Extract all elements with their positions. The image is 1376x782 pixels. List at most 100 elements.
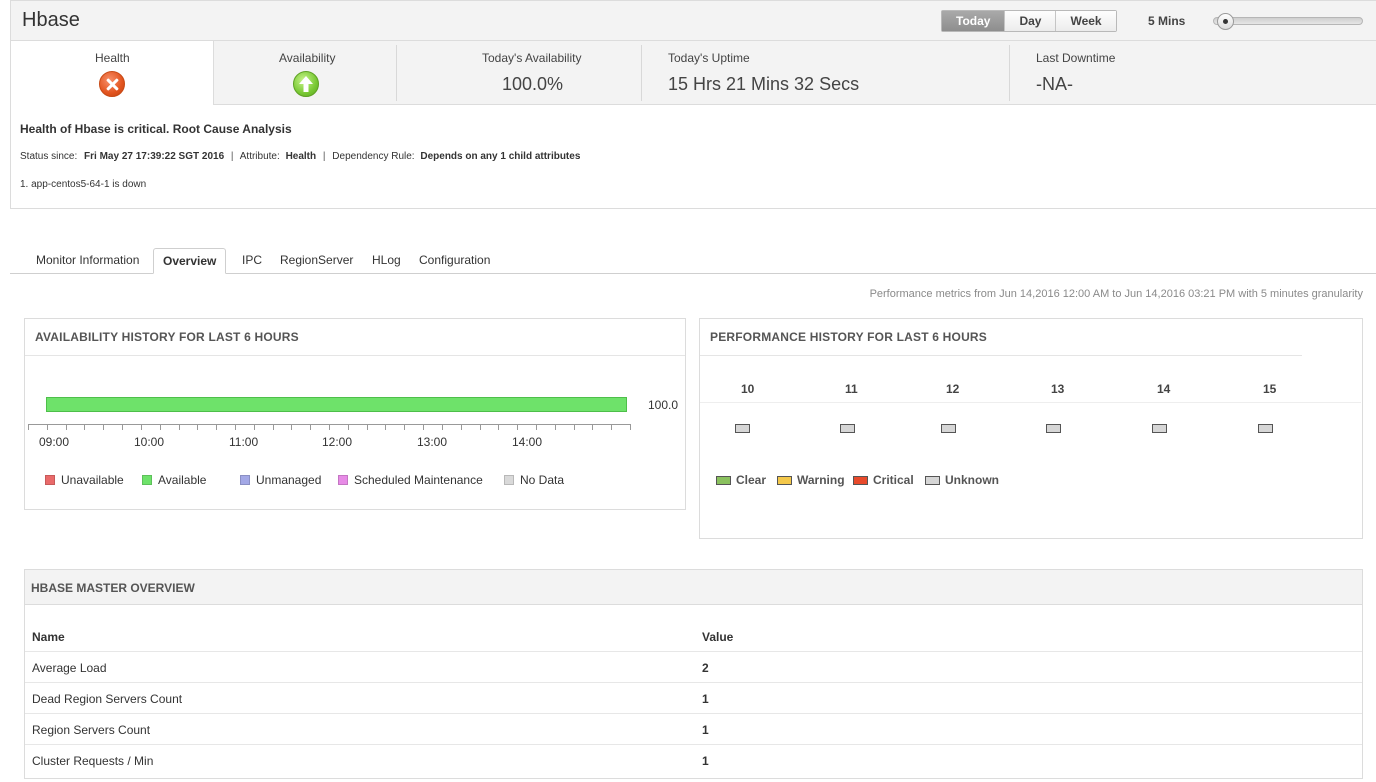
time-label: 09:00 xyxy=(39,435,70,449)
hour-label: 11 xyxy=(845,382,858,396)
status-details: Status since: Fri May 27 17:39:22 SGT 20… xyxy=(20,151,581,162)
legend-swatch xyxy=(45,475,55,485)
legend-label: Unmanaged xyxy=(256,473,322,487)
legend-swatch xyxy=(925,475,940,485)
performance-metrics-note: Performance metrics from Jun 14,2016 12:… xyxy=(869,288,1363,300)
slider-handle[interactable] xyxy=(1216,13,1234,30)
axis-tick xyxy=(216,424,218,430)
axis-tick xyxy=(441,424,443,430)
axis-tick xyxy=(159,424,161,430)
axis-tick xyxy=(253,424,255,430)
polling-interval-slider[interactable] xyxy=(1213,17,1363,25)
legend-swatch xyxy=(504,475,514,485)
todays-uptime-value: 15 Hrs 21 Mins 32 Secs xyxy=(668,74,860,94)
axis-tick xyxy=(272,424,274,430)
table-header-row: Name Value xyxy=(25,621,1362,652)
health-status-cell[interactable] xyxy=(1258,424,1273,433)
time-label: 11:00 xyxy=(229,435,259,449)
summary-metrics: Availability Today's Availability 100.0%… xyxy=(214,41,1376,105)
legend-scheduled-maintenance: Scheduled Maintenance xyxy=(338,473,483,487)
axis-tick xyxy=(122,424,124,430)
legend-label: Scheduled Maintenance xyxy=(354,473,483,487)
root-cause-item: 1. app-centos5-64-1 is down xyxy=(20,179,147,190)
health-status-cell[interactable] xyxy=(1046,424,1061,433)
status-since-value: Fri May 27 17:39:22 SGT 2016 xyxy=(84,151,225,162)
axis-tick xyxy=(28,424,29,430)
time-label: 12:00 xyxy=(322,435,353,449)
rca-title[interactable]: Health of Hbase is critical. Root Cause … xyxy=(20,122,292,136)
legend-no-data: No Data xyxy=(504,473,564,487)
legend-label: Unknown xyxy=(945,473,999,487)
up-arrow-icon[interactable] xyxy=(293,71,319,97)
table-row: Dead Region Servers Count 1 xyxy=(25,683,1362,714)
range-day-button[interactable]: Day xyxy=(1005,11,1057,31)
legend-label: No Data xyxy=(520,473,565,487)
page-title: Hbase xyxy=(22,9,80,31)
axis-tick xyxy=(291,424,293,430)
hour-label: 12 xyxy=(946,382,960,396)
column-header-value: Value xyxy=(702,630,734,644)
availability-bar[interactable] xyxy=(46,397,627,412)
health-status-cell[interactable] xyxy=(840,424,855,433)
attribute-value: Health xyxy=(285,151,317,162)
metric-value[interactable]: 2 xyxy=(702,661,709,675)
last-downtime-label: Last Downtime xyxy=(1036,51,1116,65)
axis-tick xyxy=(140,424,142,430)
metric-value[interactable]: 1 xyxy=(702,723,709,737)
legend-swatch xyxy=(777,475,792,485)
tab-monitor-information[interactable]: Monitor Information xyxy=(27,248,148,274)
health-status-cell[interactable] xyxy=(1152,424,1167,433)
performance-history-title: PERFORMANCE HISTORY FOR LAST 6 HOURS xyxy=(710,330,988,344)
axis-tick xyxy=(517,424,519,430)
health-status-cell[interactable] xyxy=(941,424,956,433)
metric-name: Dead Region Servers Count xyxy=(32,692,183,706)
last-downtime-value: -NA- xyxy=(1036,74,1073,94)
tab-configuration[interactable]: Configuration xyxy=(410,248,499,274)
master-overview-header: HBASE MASTER OVERVIEW xyxy=(25,570,1362,605)
legend-warning: Warning xyxy=(777,473,845,487)
range-week-button[interactable]: Week xyxy=(1056,11,1116,31)
axis-tick xyxy=(234,424,236,430)
health-cell: Health xyxy=(11,41,214,105)
legend-swatch xyxy=(142,475,152,485)
dependency-label: Dependency Rule: xyxy=(332,151,415,162)
axis-tick xyxy=(498,424,500,430)
axis-tick xyxy=(535,424,537,430)
tab-ipc[interactable]: IPC xyxy=(233,248,271,274)
summary-panel: Health Availability Today's Availability… xyxy=(10,41,1376,209)
hour-label: 14 xyxy=(1157,382,1171,396)
metric-value[interactable]: 1 xyxy=(702,754,709,768)
axis-tick xyxy=(460,424,462,430)
axis-tick xyxy=(329,424,330,430)
critical-icon[interactable] xyxy=(99,71,125,97)
metric-name: Cluster Requests / Min xyxy=(32,754,154,768)
metric-value[interactable]: 1 xyxy=(702,692,709,706)
time-label: 10:00 xyxy=(134,435,165,449)
tab-hlog[interactable]: HLog xyxy=(363,248,410,274)
hour-label: 10 xyxy=(741,382,755,396)
availability-history-title: AVAILABILITY HISTORY FOR LAST 6 HOURS xyxy=(35,330,299,344)
availability-history-panel: AVAILABILITY HISTORY FOR LAST 6 HOURS 10… xyxy=(24,318,686,510)
legend-swatch xyxy=(240,475,250,485)
tab-bar: Monitor Information Overview IPC RegionS… xyxy=(10,248,1376,274)
axis-tick xyxy=(554,424,556,430)
availability-label: Availability xyxy=(279,51,336,65)
monitor-header: Hbase Today Day Week 5 Mins xyxy=(10,0,1376,41)
axis-tick xyxy=(103,424,105,430)
axis-tick xyxy=(573,424,575,430)
tab-overview[interactable]: Overview xyxy=(153,248,227,274)
axis-tick xyxy=(347,424,349,430)
axis-tick xyxy=(65,424,67,430)
axis-tick xyxy=(84,424,86,430)
tab-regionserver[interactable]: RegionServer xyxy=(271,248,362,274)
axis-tick xyxy=(592,424,594,430)
axis-tick xyxy=(385,424,387,430)
table-row: Region Servers Count 1 xyxy=(25,714,1362,745)
availability-bar-value: 100.0 xyxy=(648,398,679,412)
range-today-button[interactable]: Today xyxy=(942,11,1006,31)
polling-interval-label: 5 Mins xyxy=(1148,14,1186,28)
legend-unknown: Unknown xyxy=(925,473,999,487)
axis-tick xyxy=(46,424,48,430)
health-status-cell[interactable] xyxy=(735,424,750,433)
metric-name: Region Servers Count xyxy=(32,723,151,737)
